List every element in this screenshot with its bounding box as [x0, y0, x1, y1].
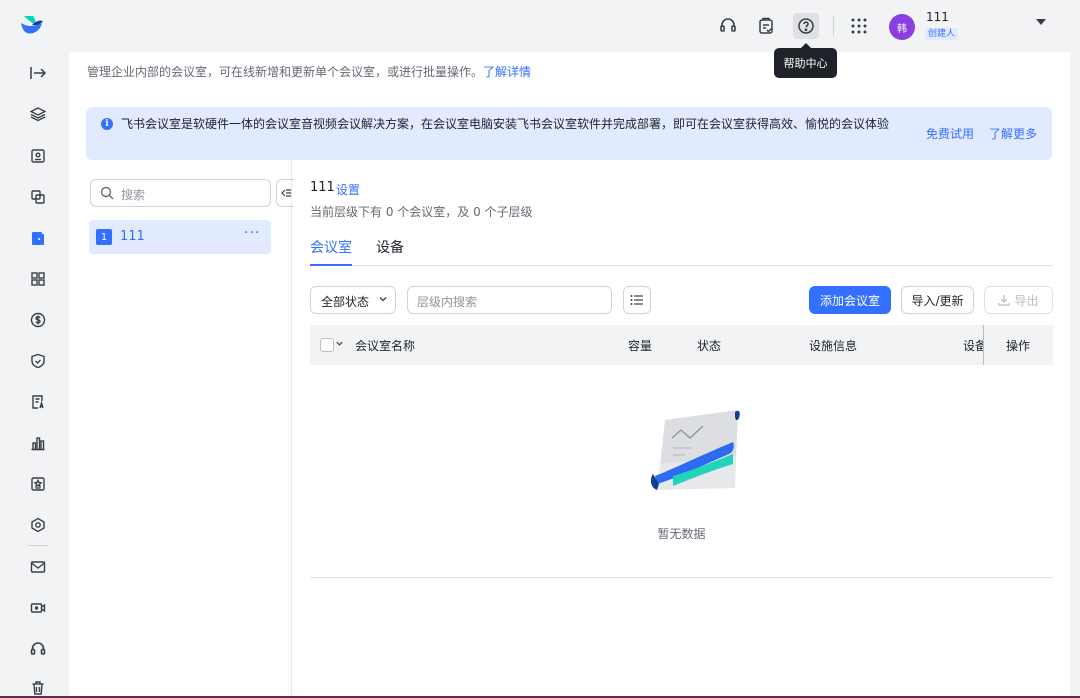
expand-icon[interactable]: [27, 62, 49, 84]
list-icon: [630, 295, 643, 305]
video-icon[interactable]: [27, 597, 49, 619]
column-status: 状态: [697, 339, 722, 353]
mail-icon[interactable]: [27, 556, 49, 578]
avatar[interactable]: 韩: [889, 14, 915, 40]
copy-icon[interactable]: [27, 186, 49, 208]
grid-icon[interactable]: [27, 268, 49, 290]
tree-item-label: 111: [120, 229, 145, 244]
status-select-value: 全部状态: [321, 295, 370, 309]
tree-panel: 搜索 1 111 ···: [69, 160, 294, 698]
id-card-icon[interactable]: [27, 145, 49, 167]
badge-icon[interactable]: [27, 473, 49, 495]
more-icon[interactable]: ···: [244, 225, 260, 241]
topbar-divider: [833, 16, 834, 36]
learn-details-link[interactable]: 了解详情: [483, 65, 531, 79]
tabs: 会议室 设备: [310, 236, 1053, 266]
tree-search-input[interactable]: 搜索: [90, 179, 271, 207]
level-search-input[interactable]: 层级内搜索: [407, 286, 612, 314]
info-banner: i 飞书会议室是软硬件一体的会议室音视频会议解决方案，在会议室电脑安装飞书会议室…: [86, 107, 1052, 160]
tab-indicator: [310, 264, 352, 266]
column-actions: 操作: [1006, 339, 1031, 353]
tab-devices[interactable]: 设备: [376, 237, 404, 257]
column-devices: 设备: [963, 339, 983, 353]
layers-icon[interactable]: [27, 103, 49, 125]
page-description: 管理企业内部的会议室，可在线新增和更新单个会议室，或进行批量操作。了解详情: [87, 63, 531, 80]
trash-icon[interactable]: [27, 678, 49, 698]
table-header: 会议室名称 容量 状态 设施信息 设备 操作: [310, 325, 1053, 365]
tree-item[interactable]: 1 111 ···: [89, 220, 271, 254]
tree-search-placeholder: 搜索: [121, 188, 146, 202]
export-button[interactable]: 导出: [984, 286, 1053, 314]
free-trial-link[interactable]: 免费试用: [926, 125, 974, 142]
level-title: 111: [310, 180, 335, 195]
description-text: 管理企业内部的会议室，可在线新增和更新单个会议室，或进行批量操作。: [87, 65, 484, 79]
bar-chart-icon[interactable]: [27, 432, 49, 454]
feishu-logo[interactable]: [20, 14, 44, 36]
add-meeting-room-button[interactable]: 添加会议室: [809, 286, 891, 314]
setting-link[interactable]: 设置: [336, 181, 360, 198]
shield-check-icon[interactable]: [27, 350, 49, 372]
list-filter-button[interactable]: [623, 286, 651, 314]
headset-icon[interactable]: [27, 638, 49, 660]
help-circle-icon[interactable]: [793, 13, 819, 39]
table-bottom-border: [310, 577, 1053, 578]
clipboard-check-icon[interactable]: [753, 13, 779, 39]
meeting-room-icon[interactable]: [27, 227, 49, 249]
banner-text: 飞书会议室是软硬件一体的会议室音视频会议解决方案，在会议室电脑安装飞书会议室软件…: [121, 117, 890, 131]
status-select[interactable]: 全部状态: [310, 286, 396, 314]
caret-down-icon[interactable]: [1036, 19, 1046, 25]
help-tooltip: 帮助中心: [774, 43, 837, 78]
level-search-placeholder: 层级内搜索: [417, 295, 478, 309]
doc-text-icon[interactable]: [27, 391, 49, 413]
column-capacity: 容量: [628, 339, 653, 353]
main-panel: 管理企业内部的会议室，可在线新增和更新单个会议室，或进行批量操作。了解详情 i …: [69, 52, 1070, 698]
empty-state-text: 暂无数据: [657, 527, 706, 541]
info-icon: i: [101, 118, 113, 130]
sidebar-divider: [28, 545, 48, 546]
top-bar: 韩 111 创建人: [0, 0, 1080, 52]
user-role-badge: 创建人: [925, 28, 959, 40]
import-update-button[interactable]: 导入/更新: [901, 286, 974, 314]
chevron-down-icon: [379, 297, 387, 302]
select-all-checkbox[interactable]: [320, 338, 334, 352]
hexagon-settings-icon[interactable]: [27, 514, 49, 536]
collapse-icon: [280, 189, 291, 197]
tab-meeting-rooms[interactable]: 会议室: [310, 237, 352, 257]
learn-more-link[interactable]: 了解更多: [989, 125, 1037, 142]
search-icon: [100, 186, 114, 200]
export-label: 导出: [1014, 293, 1039, 308]
column-facilities: 设施信息: [809, 339, 858, 353]
column-divider: [983, 325, 984, 365]
app-grid-icon[interactable]: [846, 13, 872, 39]
download-icon: [998, 295, 1011, 306]
dollar-icon[interactable]: [27, 309, 49, 331]
sidebar: [0, 52, 69, 698]
level-badge: 1: [96, 229, 112, 245]
collapse-tree-button[interactable]: [276, 179, 294, 207]
empty-state-illustration: [650, 410, 740, 490]
user-name[interactable]: 111: [926, 10, 949, 24]
column-name: 会议室名称: [355, 339, 416, 353]
chevron-down-icon[interactable]: [335, 339, 344, 348]
headset-icon[interactable]: [715, 13, 741, 39]
content-area: 111 设置 当前层级下有 0 个会议室，及 0 个子层级 会议室 设备 全部状…: [310, 160, 1053, 698]
level-summary: 当前层级下有 0 个会议室，及 0 个子层级: [310, 205, 533, 219]
